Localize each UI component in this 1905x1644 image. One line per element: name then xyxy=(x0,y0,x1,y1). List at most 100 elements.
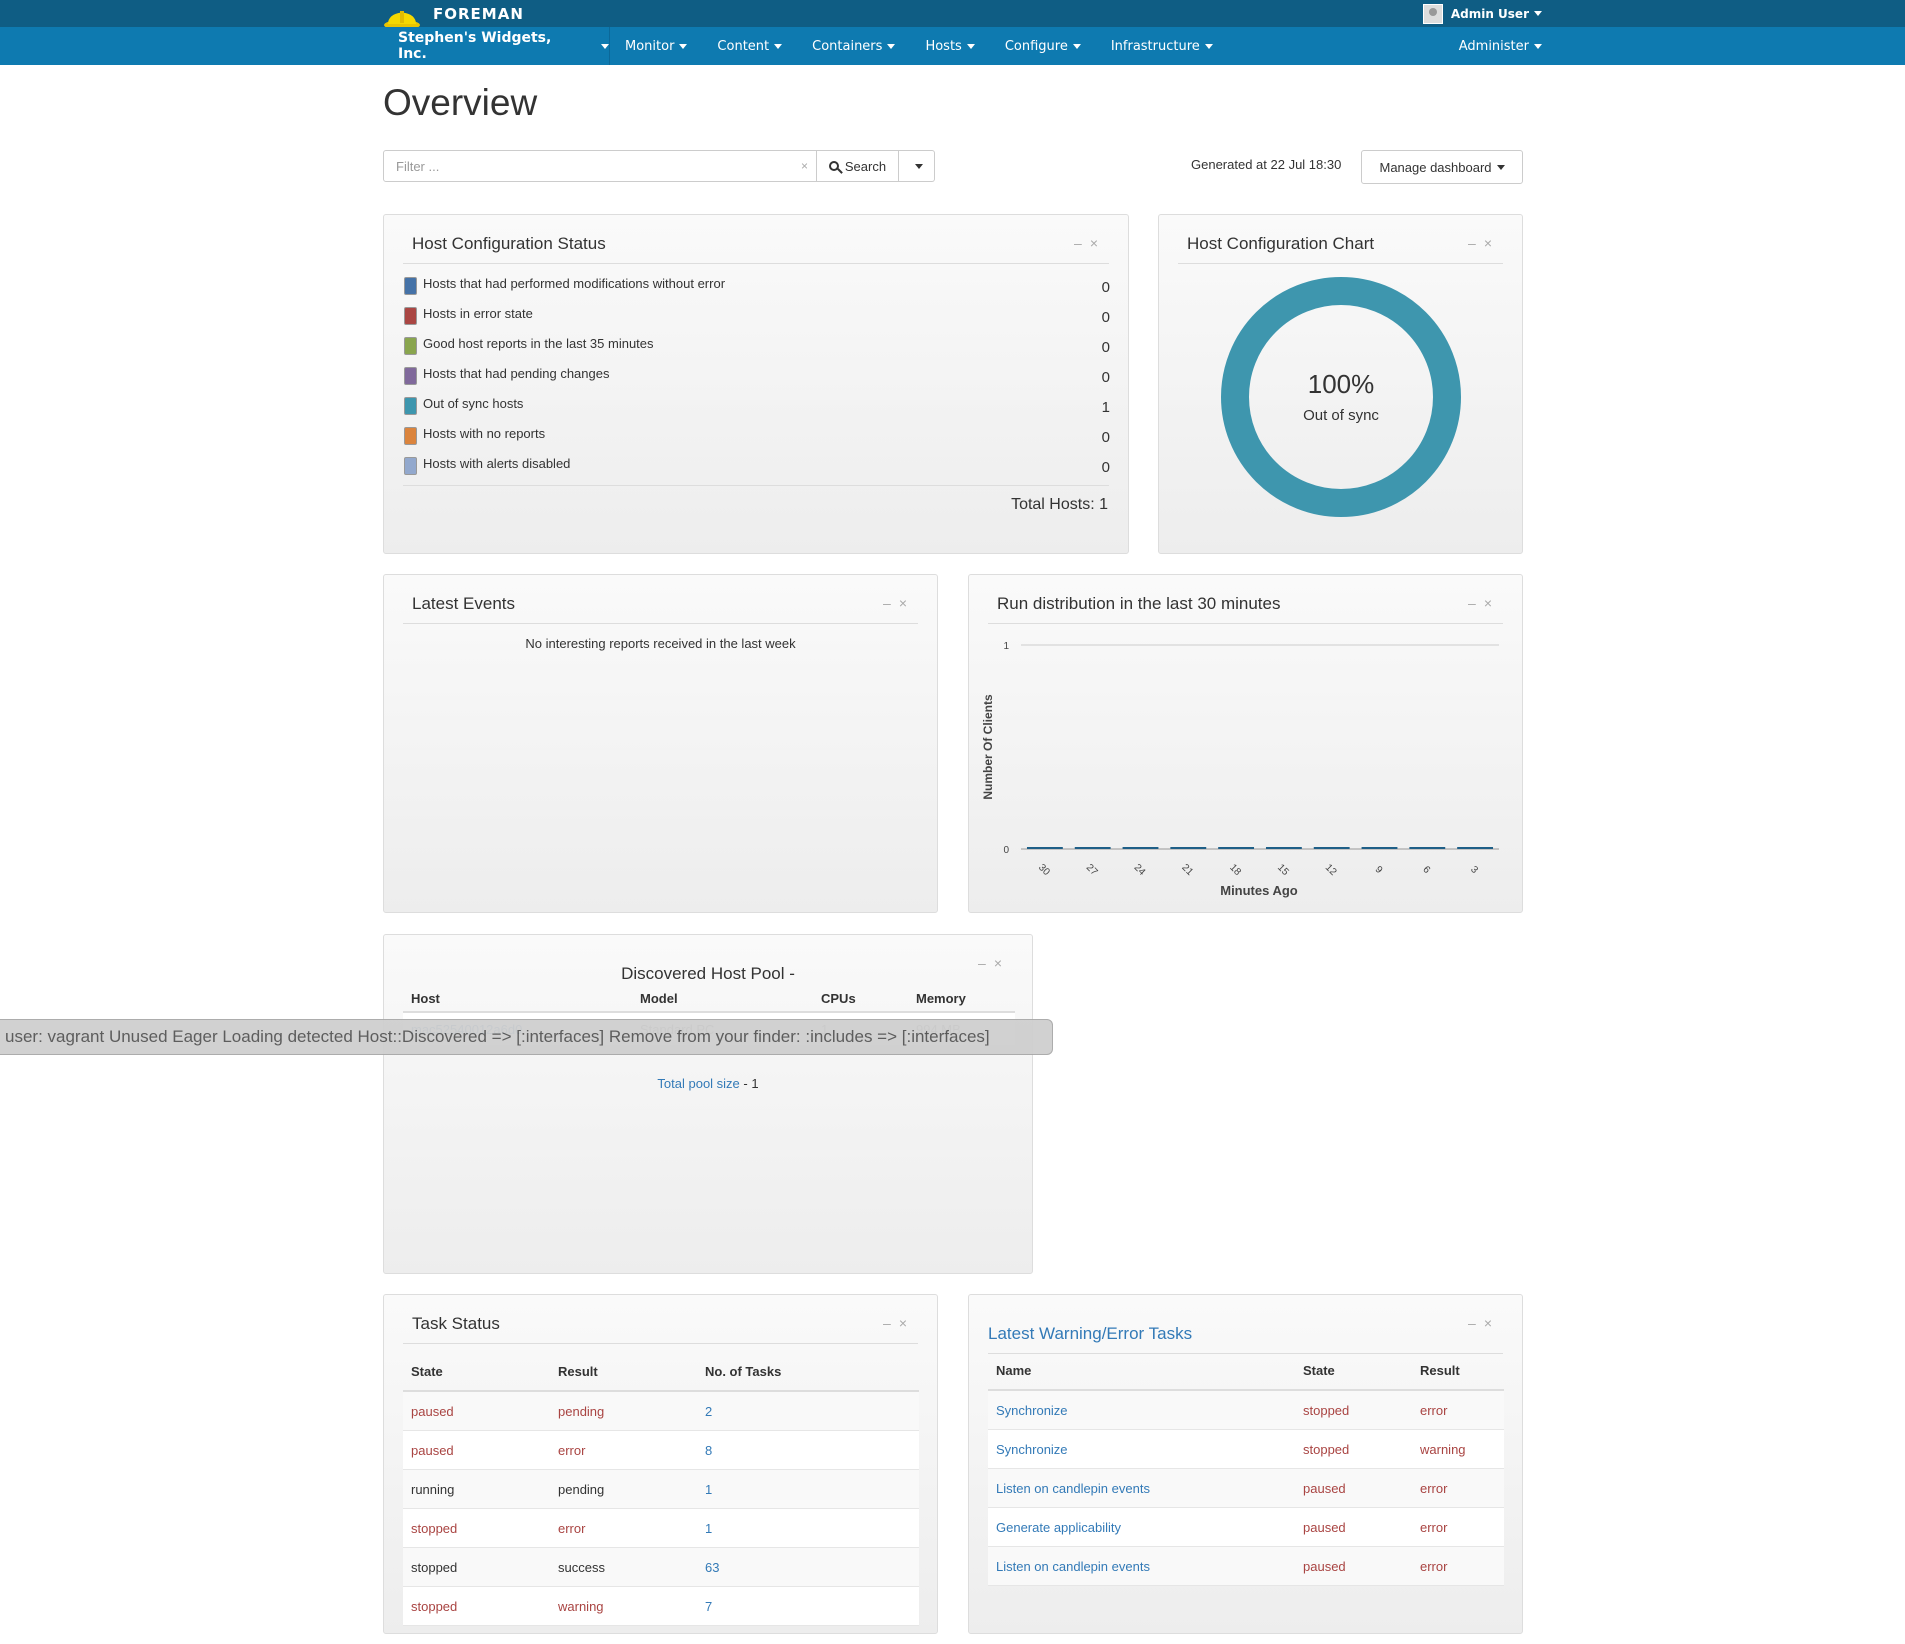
task-state: stopped xyxy=(403,1508,550,1548)
task-name-link[interactable]: Synchronize xyxy=(988,1429,1295,1469)
status-row[interactable]: Out of sync hosts 1 xyxy=(404,393,1110,421)
widget-title-link[interactable]: Latest Warning/Error Tasks xyxy=(988,1324,1192,1344)
nav-item-monitor[interactable]: Monitor xyxy=(610,27,702,65)
status-row[interactable]: Hosts that had performed modifications w… xyxy=(404,273,1110,301)
y-tick-label: 1 xyxy=(1003,641,1009,652)
divider xyxy=(1178,263,1503,264)
task-name-link[interactable]: Listen on candlepin events xyxy=(988,1468,1295,1508)
status-row[interactable]: Hosts in error state 0 xyxy=(404,303,1110,331)
helmet-icon xyxy=(384,10,420,30)
task-result: error xyxy=(1412,1507,1504,1547)
nav-item-infrastructure[interactable]: Infrastructure xyxy=(1096,27,1228,65)
manage-dashboard-button[interactable]: Manage dashboard xyxy=(1361,150,1523,184)
organization-menu[interactable]: Stephen's Widgets, Inc. xyxy=(383,27,610,65)
bar[interactable] xyxy=(1074,847,1111,849)
bullet-debug-bar[interactable]: user: vagrant Unused Eager Loading detec… xyxy=(0,1019,1053,1055)
legend-swatch xyxy=(404,397,417,415)
clear-icon[interactable]: × xyxy=(801,159,808,173)
table-header: Host Model CPUs Memory xyxy=(403,985,1015,1013)
x-tick-label: 24 xyxy=(1132,862,1148,878)
nav-item-label: Configure xyxy=(1004,38,1068,54)
widget-title: Task Status xyxy=(412,1314,500,1333)
widget-controls: –× xyxy=(1468,1315,1500,1331)
task-count-link[interactable]: 1 xyxy=(697,1469,919,1509)
task-name-link[interactable]: Synchronize xyxy=(988,1390,1295,1430)
task-state: paused xyxy=(1295,1468,1412,1508)
minimize-icon[interactable]: – xyxy=(1074,235,1090,251)
status-count: 0 xyxy=(1101,459,1110,476)
task-count-link[interactable]: 2 xyxy=(697,1391,919,1431)
task-state: stopped xyxy=(403,1586,550,1626)
chevron-down-icon xyxy=(679,43,688,49)
donut-percent: 100% xyxy=(1307,369,1375,399)
minimize-icon[interactable]: – xyxy=(1468,235,1484,251)
search-button[interactable]: Search xyxy=(817,150,899,182)
task-count-link[interactable]: 8 xyxy=(697,1430,919,1470)
task-count-link[interactable]: 63 xyxy=(697,1547,919,1587)
user-menu[interactable]: Admin User xyxy=(1422,0,1542,27)
close-icon[interactable]: × xyxy=(1090,235,1106,251)
task-result: success xyxy=(550,1547,697,1587)
x-tick-label: 15 xyxy=(1275,862,1291,878)
total-pool-size-value: - 1 xyxy=(743,1076,759,1091)
host-config-status-widget: Host Configuration Status –× Hosts that … xyxy=(383,214,1129,554)
close-icon[interactable]: × xyxy=(1484,235,1500,251)
filter-input[interactable]: Filter ... × xyxy=(383,150,817,182)
task-count-link[interactable]: 1 xyxy=(697,1508,919,1548)
status-row[interactable]: Hosts with alerts disabled 0 xyxy=(404,453,1110,481)
close-icon[interactable]: × xyxy=(1484,1315,1500,1331)
warning-tasks-table: Name State Result Synchronize stopped erro… xyxy=(988,1351,1504,1586)
nav-item-containers[interactable]: Containers xyxy=(797,27,910,65)
nav-item-hosts[interactable]: Hosts xyxy=(910,27,989,65)
close-icon[interactable]: × xyxy=(994,955,1010,971)
nav-item-label: Containers xyxy=(812,38,883,54)
bookmarks-dropdown-button[interactable] xyxy=(899,150,935,182)
chevron-down-icon xyxy=(1534,11,1542,16)
bar[interactable] xyxy=(1409,847,1446,849)
bar[interactable] xyxy=(1361,847,1398,849)
task-result: pending xyxy=(550,1469,697,1509)
minimize-icon[interactable]: – xyxy=(978,955,994,971)
nav-item-configure[interactable]: Configure xyxy=(990,27,1096,65)
bar[interactable] xyxy=(1170,847,1207,849)
nav-item-administer[interactable]: Administer xyxy=(1459,27,1542,65)
column-header: Name xyxy=(988,1351,1295,1391)
close-icon[interactable]: × xyxy=(899,1315,915,1331)
host-config-chart-widget: Host Configuration Chart –× 100% Out of … xyxy=(1158,214,1523,554)
minimize-icon[interactable]: – xyxy=(883,595,899,611)
brand-logo[interactable]: FOREMAN xyxy=(383,0,524,30)
bar[interactable] xyxy=(1457,847,1494,849)
table-row: paused pending 2 xyxy=(403,1391,919,1431)
x-axis-label: Minutes Ago xyxy=(1220,883,1298,898)
bar[interactable] xyxy=(1265,847,1302,849)
table-row: running pending 1 xyxy=(403,1469,919,1509)
status-label: Hosts with no reports xyxy=(423,426,546,441)
status-count: 0 xyxy=(1101,429,1110,446)
status-row[interactable]: Hosts that had pending changes 0 xyxy=(404,363,1110,391)
chevron-down-icon xyxy=(966,43,975,49)
task-name-link[interactable]: Listen on candlepin events xyxy=(988,1546,1295,1586)
status-count: 0 xyxy=(1101,279,1110,296)
bar[interactable] xyxy=(1026,847,1063,849)
minimize-icon[interactable]: – xyxy=(883,1315,899,1331)
table-row: Synchronize stopped warning xyxy=(988,1429,1504,1469)
status-row[interactable]: Good host reports in the last 35 minutes… xyxy=(404,333,1110,361)
task-name-link[interactable]: Generate applicability xyxy=(988,1507,1295,1547)
bar[interactable] xyxy=(1313,847,1350,849)
widget-title: Run distribution in the last 30 minutes xyxy=(997,594,1281,613)
table-row: stopped warning 7 xyxy=(403,1586,919,1626)
status-row[interactable]: Hosts with no reports 0 xyxy=(404,423,1110,451)
close-icon[interactable]: × xyxy=(1484,595,1500,611)
nav-item-content[interactable]: Content xyxy=(702,27,797,65)
task-state: stopped xyxy=(1295,1429,1412,1469)
task-count-link[interactable]: 7 xyxy=(697,1586,919,1626)
minimize-icon[interactable]: – xyxy=(1468,595,1484,611)
total-pool-size-link[interactable]: Total pool size xyxy=(657,1076,739,1091)
chevron-down-icon xyxy=(887,43,896,49)
bar[interactable] xyxy=(1218,847,1255,849)
widget-title: Discovered Host Pool - xyxy=(621,964,795,983)
bar[interactable] xyxy=(1122,847,1159,849)
minimize-icon[interactable]: – xyxy=(1468,1315,1484,1331)
status-count: 0 xyxy=(1101,339,1110,356)
close-icon[interactable]: × xyxy=(899,595,915,611)
